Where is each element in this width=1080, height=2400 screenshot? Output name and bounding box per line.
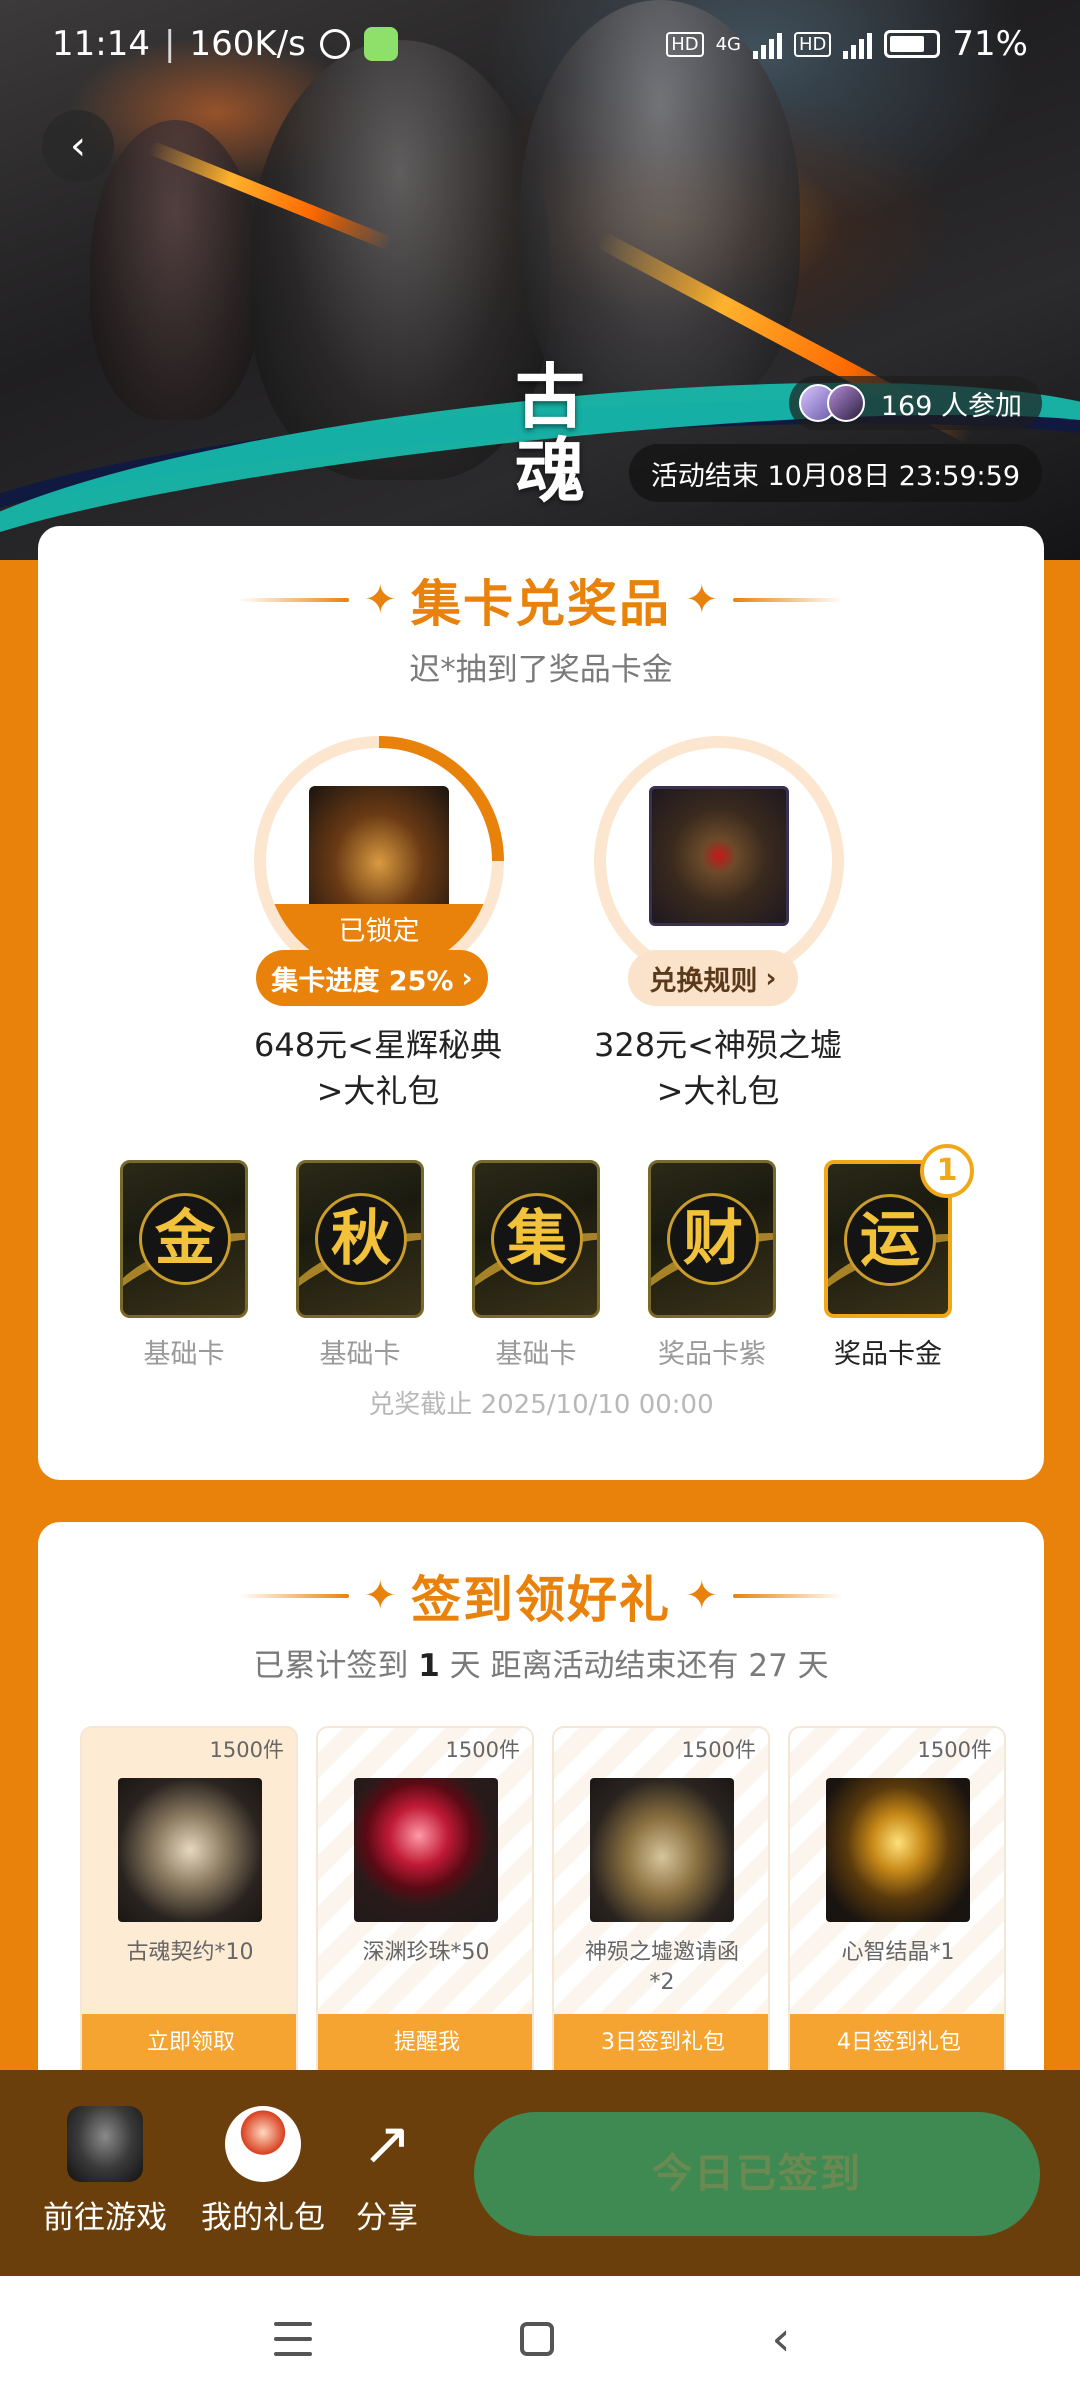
- network-type: 4G: [715, 33, 742, 55]
- exchange-rules-button[interactable]: 兑换规则 ›: [628, 950, 798, 1006]
- checked-in-button[interactable]: 今日已签到: [474, 2112, 1040, 2236]
- pearl-item-image: [354, 1778, 498, 1922]
- status-net-speed: 160K/s: [189, 24, 306, 64]
- back-icon[interactable]: ‹: [754, 2312, 808, 2366]
- battery-icon: [884, 30, 941, 58]
- bottom-action-bar: 前往游戏 我的礼包 ↗ 分享 今日已签到: [0, 2070, 1080, 2276]
- day3-gift-button[interactable]: 3日签到礼包: [554, 2014, 768, 2078]
- signin-gift-4: 1500件 心智结晶*1 4日签到礼包: [788, 1726, 1006, 2086]
- participants-count: 169 人参加: [880, 390, 1022, 422]
- signal-icon: [753, 29, 783, 59]
- collect-card-label: 基础卡: [495, 1339, 577, 1370]
- prize-2-ring[interactable]: [594, 736, 844, 986]
- collect-card-jin[interactable]: 金: [120, 1160, 248, 1318]
- signin-title: ✦ 签到领好礼 ✦: [38, 1560, 1044, 1632]
- collect-card-label: 奖品卡金: [834, 1339, 942, 1370]
- signin-gift-1: 1500件 古魂契约*10 立即领取: [80, 1726, 298, 2086]
- sparkle-icon: ✦: [685, 1573, 719, 1619]
- game-icon: [67, 2106, 143, 2182]
- sparkle-icon: ✦: [685, 577, 719, 623]
- signin-panel: ✦ 签到领好礼 ✦ 已累计签到 1 天 距离活动结束还有 27 天 1500件 …: [38, 1522, 1044, 2086]
- hd-icon: HD: [666, 31, 704, 57]
- prize-1-progress-ring[interactable]: 已锁定: [254, 736, 504, 986]
- collect-progress-button[interactable]: 集卡进度 25% ›: [256, 950, 488, 1006]
- collect-card-cai[interactable]: 财: [648, 1160, 776, 1318]
- signal-icon-2: [843, 29, 873, 59]
- activity-end-time: 活动结束 10月08日 23:59:59: [628, 444, 1042, 502]
- sparkle-icon: ✦: [363, 577, 397, 623]
- crystal-item-image: [826, 1778, 970, 1922]
- signin-gift-3: 1500件 神殒之墟邀请函 *2 3日签到礼包: [552, 1726, 770, 2086]
- redeem-deadline: 兑奖截止 2025/10/10 00:00: [368, 1390, 714, 1420]
- card-count-badge: 1: [920, 1144, 974, 1198]
- collect-card-ji[interactable]: 集: [472, 1160, 600, 1318]
- claim-now-button[interactable]: 立即领取: [82, 2014, 296, 2078]
- battery-percent: 71%: [952, 24, 1028, 64]
- game-logo: 古魂: [515, 355, 585, 512]
- menu-icon[interactable]: [266, 2312, 320, 2366]
- day4-gift-button[interactable]: 4日签到礼包: [790, 2014, 1004, 2078]
- chevron-left-icon: ‹: [70, 123, 86, 169]
- app-notification-icon: [363, 27, 398, 61]
- collect-subtitle: 迟*抽到了奖品卡金: [409, 652, 673, 688]
- alarm-icon: [319, 29, 350, 59]
- treasure-chest-image: [649, 786, 789, 926]
- collect-card-label: 基础卡: [319, 1339, 401, 1370]
- participant-avatars: [798, 384, 871, 422]
- share-button[interactable]: ↗ 分享: [312, 2106, 462, 2237]
- scroll-item-image: [118, 1778, 262, 1922]
- chevron-right-icon: ›: [765, 962, 777, 994]
- signin-summary: 已累计签到 1 天 距离活动结束还有 27 天: [253, 1648, 829, 1684]
- participants-badge[interactable]: 169 人参加: [788, 376, 1042, 430]
- system-nav-bar: ‹: [0, 2276, 1080, 2400]
- avatar-icon: [225, 2106, 301, 2182]
- back-button[interactable]: ‹: [42, 110, 114, 182]
- chevron-right-icon: ›: [461, 962, 473, 994]
- signin-gift-2: 1500件 深渊珍珠*50 提醒我: [316, 1726, 534, 2086]
- home-icon[interactable]: [510, 2312, 564, 2366]
- remind-me-button[interactable]: 提醒我: [318, 2014, 532, 2078]
- go-game-button[interactable]: 前往游戏: [30, 2106, 180, 2237]
- collect-card-label: 基础卡: [143, 1339, 225, 1370]
- status-time: 11:14: [52, 24, 150, 64]
- invitation-item-image: [590, 1778, 734, 1922]
- collect-card-label: 奖品卡紫: [658, 1339, 766, 1370]
- prize-1-name: 648元<星辉秘典 >大礼包: [254, 1026, 502, 1110]
- sparkle-icon: ✦: [363, 1573, 397, 1619]
- collect-cards-panel: ✦ 集卡兑奖品 ✦ 迟*抽到了奖品卡金 已锁定 集卡进度 25% › 648元<…: [38, 526, 1044, 1480]
- collect-title: ✦ 集卡兑奖品 ✦: [38, 564, 1044, 636]
- collect-card-qiu[interactable]: 秋: [296, 1160, 424, 1318]
- status-bar: 11:14 | 160K/s HD 4G HD 71%: [52, 24, 1028, 64]
- share-icon: ↗: [361, 2109, 413, 2179]
- hd-icon-2: HD: [794, 31, 832, 57]
- prize-2-name: 328元<神殒之墟 >大礼包: [594, 1026, 842, 1110]
